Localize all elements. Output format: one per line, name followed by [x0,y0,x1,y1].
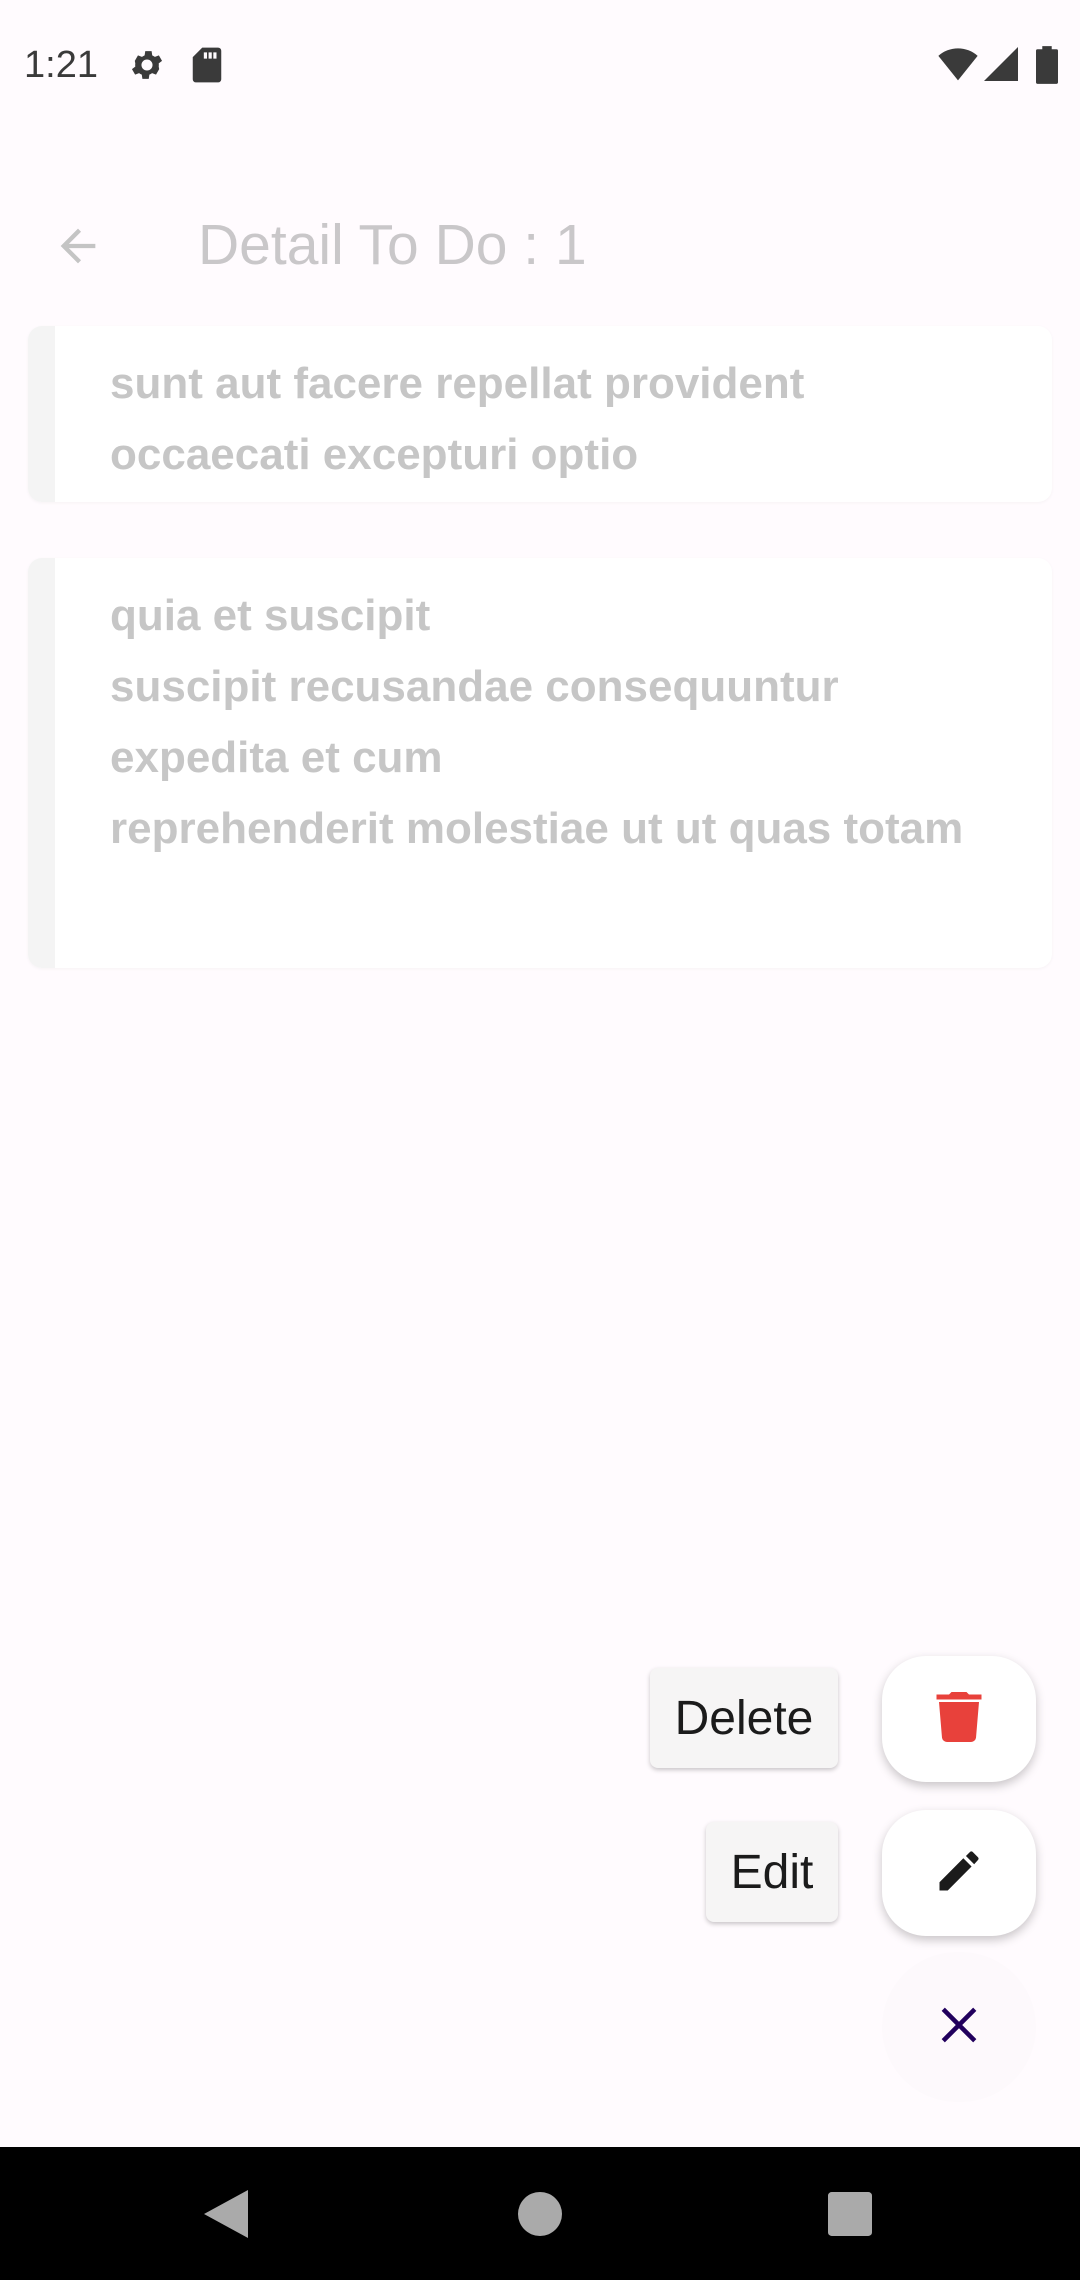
todo-title: sunt aut facere repellat provident occae… [110,359,805,479]
card-accent [28,558,55,968]
edit-label[interactable]: Edit [706,1822,838,1922]
todo-body-card: quia et suscipit suscipit recusandae con… [28,558,1052,968]
delete-button[interactable] [882,1656,1036,1782]
recents-square-icon [828,2191,872,2241]
nav-home-button[interactable] [510,2186,570,2246]
close-icon [938,2004,980,2051]
edit-label-text: Edit [730,1845,814,1899]
nav-recents-button[interactable] [820,2186,880,2246]
app-bar: Detail To Do : 1 [0,180,1080,310]
delete-label-text: Delete [674,1691,814,1745]
status-time: 1:21 [24,44,98,86]
trash-icon [936,1691,982,1747]
home-circle-icon [518,2191,562,2241]
card-accent [28,326,55,502]
edit-button[interactable] [882,1810,1036,1936]
status-bar: 1:21 [0,0,1080,134]
pencil-icon [933,1845,985,1902]
back-button[interactable] [40,210,116,286]
sd-card-icon [190,46,224,89]
close-speed-dial-button[interactable] [882,1952,1036,2102]
arrow-back-icon [52,220,104,277]
page-title: Detail To Do : 1 [198,213,587,277]
delete-label[interactable]: Delete [650,1668,838,1768]
gear-icon [128,46,166,89]
detail-screen: 1:21 Detail To Do : 1 sunt aut facere re… [0,0,1080,2280]
back-triangle-icon [204,2189,248,2243]
todo-body: quia et suscipit suscipit recusandae con… [110,591,964,853]
battery-icon [1036,46,1058,89]
todo-title-card: sunt aut facere repellat provident occae… [28,326,1052,502]
wifi-icon [938,46,978,87]
nav-back-button[interactable] [196,2186,256,2246]
signal-icon [984,46,1018,87]
